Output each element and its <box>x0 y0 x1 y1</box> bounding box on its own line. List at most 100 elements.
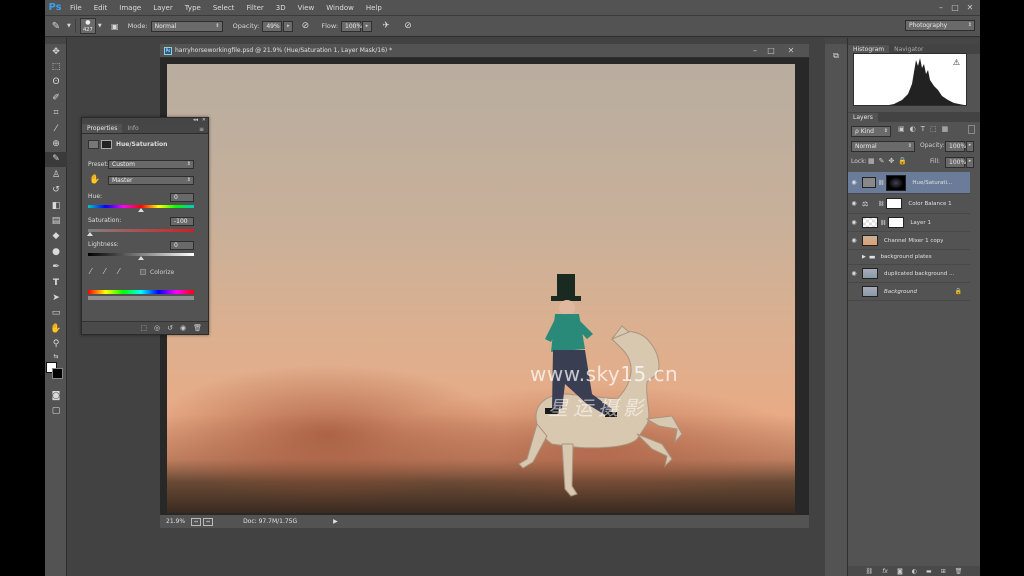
new-group-icon[interactable]: ▬ <box>926 568 932 575</box>
quick-mask-icon[interactable]: ◙ <box>45 388 67 403</box>
tab-info[interactable]: Info <box>122 124 143 133</box>
new-layer-icon[interactable]: ⊞ <box>941 568 946 575</box>
maximize-button[interactable]: □ <box>950 3 960 13</box>
opacity-dropdown-icon[interactable]: ▸ <box>283 20 294 32</box>
chevron-down-icon[interactable]: ▼ <box>67 23 71 29</box>
image-canvas[interactable] <box>167 64 795 513</box>
fx-icon[interactable]: fx <box>882 568 888 575</box>
hand-tool-icon[interactable]: ✋ <box>45 321 67 336</box>
dodge-tool-icon[interactable]: ● <box>45 244 67 259</box>
menu-edit[interactable]: Edit <box>89 4 115 12</box>
add-mask-icon[interactable]: ◙ <box>897 568 903 575</box>
flow-input[interactable]: 100% <box>341 20 362 32</box>
layer-row[interactable]: Background 🔒 <box>848 283 970 301</box>
menu-layer[interactable]: Layer <box>148 4 180 12</box>
hue-slider-handle[interactable] <box>138 208 144 212</box>
trash-icon[interactable]: 🗑 <box>193 324 202 332</box>
saturation-slider-handle[interactable] <box>87 232 93 236</box>
layer-row[interactable]: ◉ ⛓ Hue/Saturati... <box>848 172 970 194</box>
brush-size-picker[interactable]: ● 427 <box>79 18 96 34</box>
pressure-size-icon[interactable]: ⊘ <box>400 21 416 31</box>
flow-dropdown-icon[interactable]: ▸ <box>362 20 373 32</box>
fill-input[interactable]: 100% <box>945 157 966 168</box>
layer-row[interactable]: ◉ duplicated background ... <box>848 265 970 283</box>
layer-mask-icon[interactable] <box>101 140 112 149</box>
fill-arrow-icon[interactable]: ▸ <box>966 157 974 168</box>
eye-icon[interactable]: ◉ <box>848 219 860 226</box>
screen-mode-icon[interactable]: ▢ <box>45 403 67 418</box>
quick-select-tool-icon[interactable]: ✐ <box>45 90 67 105</box>
close-icon[interactable]: ✕ <box>202 117 206 123</box>
eraser-tool-icon[interactable]: ◧ <box>45 198 67 213</box>
menu-view[interactable]: View <box>293 4 322 12</box>
layer-group-row[interactable]: ▶ ▬ background plates <box>848 250 970 265</box>
adjustment-layer-icon[interactable] <box>88 140 99 149</box>
clip-to-layer-icon[interactable]: ⬚ <box>140 324 147 332</box>
airbrush-icon[interactable]: ✈ <box>378 21 394 31</box>
shape-tool-icon[interactable]: ▭ <box>45 306 67 321</box>
trash-icon[interactable]: 🗑 <box>955 568 963 575</box>
opacity-arrow-icon[interactable]: ▸ <box>966 141 974 152</box>
layer-row[interactable]: ◉ ⚖ ⛓ Color Balance 1 <box>848 194 970 214</box>
brush-panel-icon[interactable]: ▣ <box>108 22 122 31</box>
clone-stamp-tool-icon[interactable]: ♙ <box>45 167 67 182</box>
hue-input[interactable]: 0 <box>170 193 194 202</box>
pen-tool-icon[interactable]: ✒ <box>45 259 67 274</box>
menu-select[interactable]: Select <box>208 4 242 12</box>
history-brush-tool-icon[interactable]: ↺ <box>45 183 67 198</box>
link-layers-icon[interactable]: ⛓ <box>866 568 874 575</box>
visibility-icon[interactable]: ◉ <box>180 324 186 332</box>
opacity-input[interactable]: 49% <box>262 20 283 32</box>
menu-window[interactable]: Window <box>321 4 361 12</box>
default-colors-icon[interactable]: ⇆ <box>45 352 67 362</box>
zoom-level[interactable]: 21.9% <box>166 518 185 525</box>
layer-opacity-input[interactable]: 100% <box>945 141 966 152</box>
saturation-input[interactable]: -100 <box>170 217 194 226</box>
layer-filter-select[interactable]: ρ Kind ⇕ <box>851 126 891 137</box>
workspace-select[interactable]: Photography ⇕ <box>905 20 975 31</box>
menu-help[interactable]: Help <box>361 4 389 12</box>
doc-info-icon[interactable]: ⇔ <box>203 517 214 526</box>
eyedropper-tool-icon[interactable]: ⁄ <box>45 121 67 136</box>
menu-3d[interactable]: 3D <box>271 4 293 12</box>
status-menu-arrow-icon[interactable]: ▶ <box>333 518 338 525</box>
view-previous-icon[interactable]: ◎ <box>154 324 160 332</box>
expand-arrow-icon[interactable]: ▶ <box>862 254 866 260</box>
minimize-button[interactable]: – <box>936 3 946 13</box>
menu-image[interactable]: Image <box>114 4 148 12</box>
background-color-swatch[interactable] <box>52 367 63 379</box>
channel-select[interactable]: Master ⇕ <box>108 176 194 185</box>
healing-tool-icon[interactable]: ⊕ <box>45 136 67 151</box>
colorize-checkbox[interactable] <box>140 269 146 275</box>
layer-row[interactable]: ◉ Channel Mixer 1 copy <box>848 232 970 250</box>
eye-icon[interactable]: ◉ <box>848 179 860 186</box>
tab-layers[interactable]: Layers <box>848 113 878 122</box>
lasso-tool-icon[interactable]: ʘ <box>45 75 67 90</box>
gradient-tool-icon[interactable]: ▤ <box>45 213 67 228</box>
menu-type[interactable]: Type <box>180 4 208 12</box>
mode-select[interactable]: Normal ⇕ <box>150 20 223 32</box>
lightness-slider-handle[interactable] <box>138 256 144 260</box>
eyedropper-icon[interactable]: ⁄ <box>90 267 91 276</box>
collapse-icon[interactable]: ◂◂ <box>193 117 198 123</box>
lightness-input[interactable]: 0 <box>170 241 194 250</box>
eye-icon[interactable]: ◉ <box>848 237 860 244</box>
doc-maximize-button[interactable]: □ <box>766 46 776 56</box>
panel-menu-icon[interactable]: ≡ <box>199 126 204 133</box>
zoom-icon[interactable]: ⇔ <box>191 517 202 526</box>
chevron-down-icon[interactable]: ▼ <box>98 23 102 29</box>
menu-file[interactable]: File <box>65 4 89 12</box>
panel-drag-bar[interactable]: ◂◂ ✕ <box>82 117 208 124</box>
menu-filter[interactable]: Filter <box>241 4 270 12</box>
blend-mode-select[interactable]: Normal ⇕ <box>851 141 915 152</box>
adjustment-layer-icon[interactable]: ◐ <box>912 568 917 575</box>
brush-tool-icon[interactable]: ✎ <box>45 21 67 32</box>
filter-toggle[interactable] <box>968 125 975 134</box>
color-swatches[interactable] <box>45 361 66 388</box>
warning-icon[interactable]: ⚠ <box>953 58 960 67</box>
move-tool-icon[interactable]: ✥ <box>45 44 67 59</box>
preset-select[interactable]: Custom ⇕ <box>108 160 194 169</box>
targeted-adjustment-icon[interactable]: ✋ <box>89 175 100 185</box>
panel-icon[interactable]: ⧉ <box>825 48 847 63</box>
marquee-tool-icon[interactable]: ⬚ <box>45 59 67 74</box>
